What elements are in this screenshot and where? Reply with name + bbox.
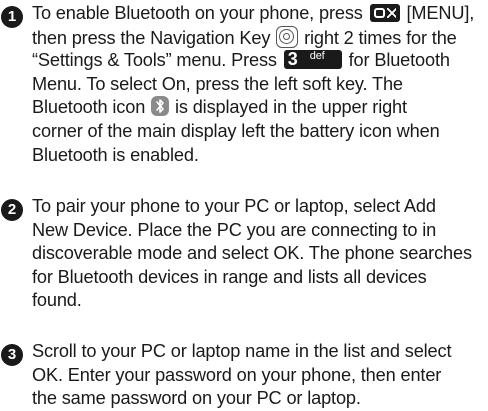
step-number-badge: 3: [1, 344, 23, 366]
step-text: To pair your phone to your PC or laptop,…: [32, 195, 486, 313]
ok-key-icon: [369, 4, 400, 22]
step-line: “Settings & Tools” menu. Press 3 def for …: [32, 49, 486, 73]
text-segment: right 2 times for the: [304, 27, 457, 48]
step-number-badge: 1: [1, 6, 23, 28]
text-segment: is displayed in the upper right: [174, 97, 407, 118]
step-line: then press the Navigation Key right 2 ti…: [32, 25, 486, 50]
step-number-badge: 2: [1, 199, 23, 221]
step-line: the same password on your PC or laptop.: [32, 388, 361, 409]
step-line: corner of the main display left the batt…: [32, 120, 440, 141]
step-line: for Bluetooth devices in range and lists…: [32, 266, 427, 287]
text-segment: Bluetooth icon: [32, 97, 146, 118]
step-line: New Device. Place the PC you are connect…: [32, 219, 437, 240]
step-line: discoverable mode and select OK. The pho…: [32, 243, 472, 264]
step-line: To enable Bluetooth on your phone, press…: [32, 2, 486, 26]
text-segment: “Settings & Tools” menu. Press: [32, 50, 277, 71]
step-text: To enable Bluetooth on your phone, press…: [32, 2, 486, 167]
step-line: Bluetooth icon is displayed in the upper…: [32, 96, 486, 120]
step-line: Bluetooth is enabled.: [32, 144, 199, 165]
step-line: Scroll to your PC or laptop name in the …: [32, 341, 452, 361]
step-text: Scroll to your PC or laptop name in the …: [32, 340, 486, 411]
navigation-key-icon: [276, 25, 299, 48]
step-line: OK. Enter your password on your phone, t…: [32, 364, 442, 385]
text-segment: for Bluetooth: [348, 50, 450, 71]
text-segment: To enable Bluetooth on your phone, press: [32, 3, 363, 23]
key-digit: 3: [287, 49, 298, 70]
text-segment: then press the Navigation Key: [32, 27, 271, 48]
bluetooth-icon: [151, 96, 170, 117]
step-line: To pair your phone to your PC or laptop,…: [32, 196, 436, 216]
text-segment: [MENU],: [406, 3, 475, 23]
key-letters: def: [309, 50, 325, 63]
step-line: Menu. To select On, press the left soft …: [32, 73, 403, 94]
step-line: found.: [32, 290, 82, 311]
key-3-def-icon: 3 def: [283, 49, 342, 70]
